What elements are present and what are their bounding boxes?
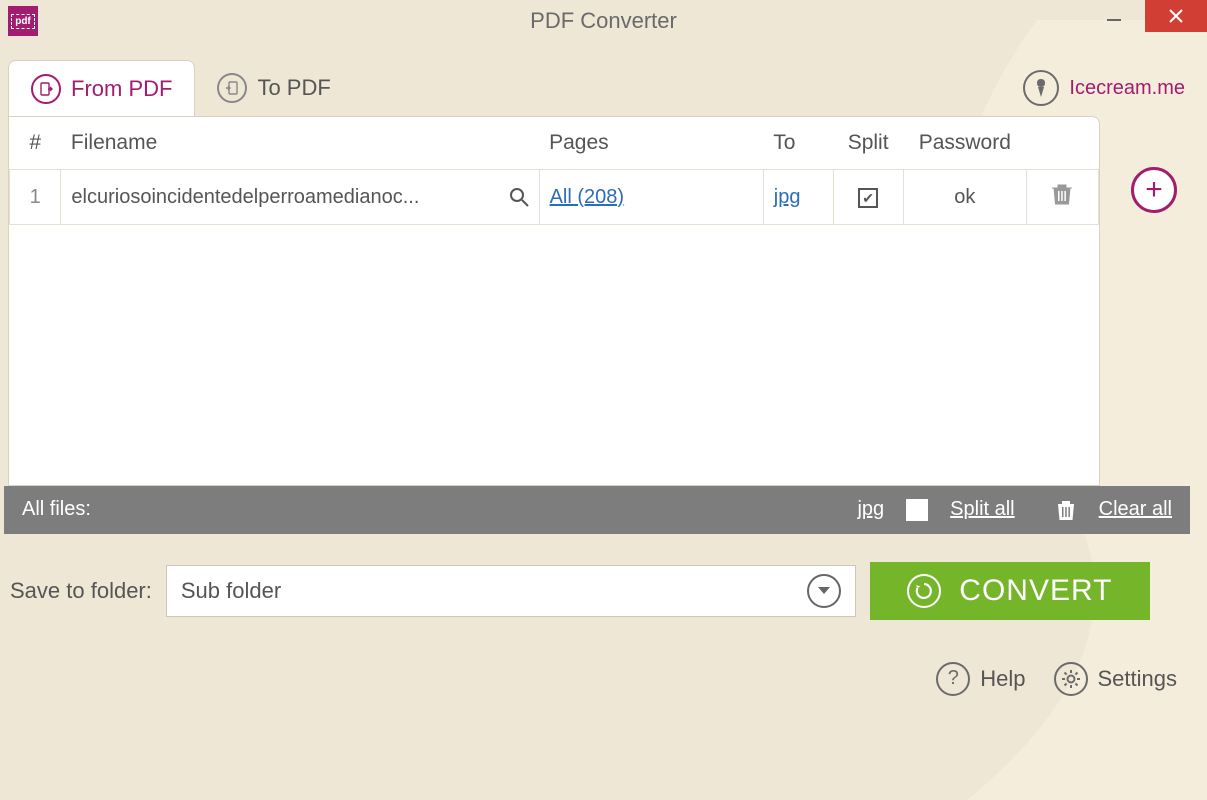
tab-to-pdf[interactable]: To PDF [195, 60, 352, 116]
row-filename: elcuriosoincidentedelperroamedianoc... [71, 186, 419, 208]
row-pages: All (208) [550, 186, 624, 208]
col-to: To [763, 117, 833, 170]
gear-icon [1054, 662, 1088, 696]
table-empty-space [10, 225, 1099, 485]
minimize-button[interactable] [1083, 0, 1145, 32]
convert-label: CONVERT [959, 574, 1112, 608]
magnify-icon[interactable] [509, 187, 529, 207]
col-delete [1026, 117, 1098, 170]
table-row: 1 elcuriosoincidentedelperroamedianoc...… [10, 170, 1099, 225]
save-to-folder-label: Save to folder: [10, 578, 152, 604]
add-file-button[interactable]: + [1131, 167, 1177, 213]
row-filename-cell[interactable]: elcuriosoincidentedelperroamedianoc... [61, 170, 539, 225]
folder-select-value: Sub folder [181, 578, 281, 604]
row-pages-cell[interactable]: All (208) [539, 170, 763, 225]
split-all-link[interactable]: Split all [950, 498, 1014, 521]
row-to: jpg [774, 186, 801, 208]
split-checkbox[interactable]: ✔ [858, 188, 878, 208]
dropdown-icon [807, 574, 841, 608]
help-button[interactable]: ? Help [936, 662, 1025, 696]
row-delete-cell[interactable] [1026, 170, 1098, 225]
plus-icon: + [1145, 175, 1163, 205]
clear-all-link[interactable]: Clear all [1099, 498, 1172, 521]
titlebar: pdf PDF Converter [0, 0, 1207, 42]
all-files-label: All files: [22, 498, 91, 521]
col-number: # [10, 117, 61, 170]
convert-button[interactable]: CONVERT [870, 562, 1150, 620]
to-pdf-icon [217, 73, 247, 103]
convert-icon [907, 574, 941, 608]
split-all-checkbox[interactable] [906, 499, 928, 521]
brand-link[interactable]: Icecream.me [1023, 70, 1185, 106]
tab-to-pdf-label: To PDF [257, 75, 330, 101]
tab-from-pdf-label: From PDF [71, 76, 172, 102]
window-controls [1083, 0, 1207, 32]
help-icon: ? [936, 662, 970, 696]
settings-label: Settings [1098, 666, 1178, 692]
row-number: 1 [10, 170, 61, 225]
close-button[interactable] [1145, 0, 1207, 32]
from-pdf-icon [31, 74, 61, 104]
row-split-cell[interactable]: ✔ [833, 170, 903, 225]
all-files-bar: All files: jpg Split all Clear all [4, 486, 1190, 534]
clear-all-trash-icon [1055, 498, 1077, 522]
folder-select[interactable]: Sub folder [166, 565, 856, 617]
brand-label: Icecream.me [1069, 77, 1185, 100]
help-label: Help [980, 666, 1025, 692]
window-title: PDF Converter [0, 8, 1207, 34]
row-to-cell[interactable]: jpg [763, 170, 833, 225]
file-table: # Filename Pages To Split Password 1 elc… [8, 116, 1100, 486]
tabs: From PDF To PDF [8, 60, 353, 116]
col-pages: Pages [539, 117, 763, 170]
trash-icon [1051, 182, 1073, 206]
minimize-icon [1105, 7, 1123, 25]
icecream-icon [1023, 70, 1059, 106]
col-filename: Filename [61, 117, 539, 170]
close-icon [1168, 8, 1184, 24]
col-split: Split [833, 117, 903, 170]
tab-from-pdf[interactable]: From PDF [8, 60, 195, 116]
settings-button[interactable]: Settings [1054, 662, 1178, 696]
all-files-to[interactable]: jpg [857, 498, 884, 521]
row-password[interactable]: ok [903, 170, 1026, 225]
col-password: Password [903, 117, 1026, 170]
